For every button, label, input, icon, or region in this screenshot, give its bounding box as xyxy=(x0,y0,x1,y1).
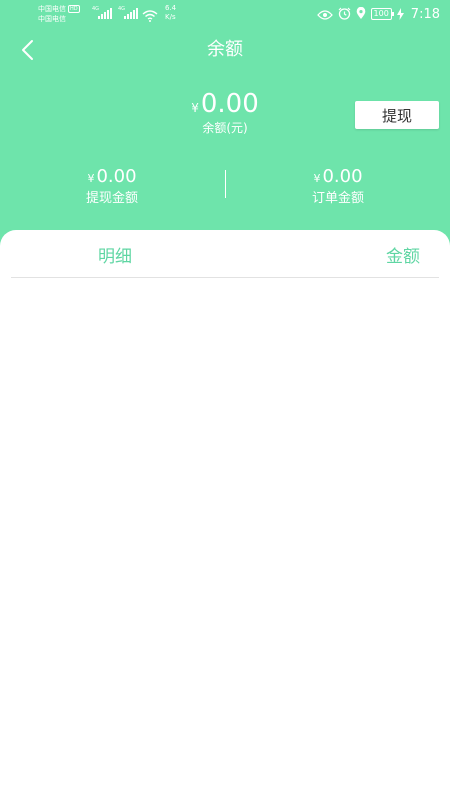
signal-2-icon: 4G xyxy=(118,7,142,19)
withdraw-button[interactable]: 提现 xyxy=(355,101,439,129)
withdrawn-label: 提现金额 xyxy=(85,191,138,206)
signal-1-icon: 4G xyxy=(92,7,116,19)
balance-currency: ¥ xyxy=(191,101,199,115)
balance-value: 0.00 xyxy=(200,89,259,119)
column-header-amount: 金额 xyxy=(386,247,420,267)
battery-icon: 100 xyxy=(370,8,395,20)
withdrawn-value: 0.00 xyxy=(96,166,137,187)
wifi-icon xyxy=(142,7,158,22)
list-header-divider xyxy=(11,277,439,278)
network-speed: 6.4 K/s xyxy=(165,4,177,21)
clock: 7:18 xyxy=(410,6,440,22)
stats-divider xyxy=(225,170,226,198)
charging-icon xyxy=(396,5,404,24)
column-header-detail: 明细 xyxy=(98,247,132,267)
alarm-icon xyxy=(338,5,351,24)
carrier-info: 中国电信 HD 中国电信 xyxy=(38,4,80,24)
withdrawn-amount-stat: ¥0.00 提现金额 xyxy=(42,166,182,208)
status-bar: 中国电信 HD 中国电信 4G 4G 6.4 K/s 100 7:18 xyxy=(0,0,450,30)
order-amount-stat: ¥0.00 订单金额 xyxy=(268,166,408,208)
detail-list-card: 明细 金额 xyxy=(0,230,450,800)
location-icon xyxy=(356,5,366,24)
carrier-1: 中国电信 xyxy=(38,5,66,13)
eye-icon xyxy=(316,5,333,24)
carrier-2: 中国电信 xyxy=(38,15,66,23)
hd-badge: HD xyxy=(68,5,80,13)
order-value: 0.00 xyxy=(322,166,363,187)
order-label: 订单金额 xyxy=(311,191,364,206)
status-icons: 100 7:18 xyxy=(316,5,440,24)
page-title: 余额 xyxy=(207,39,243,60)
order-currency: ¥ xyxy=(313,172,321,185)
withdrawn-currency: ¥ xyxy=(87,172,95,185)
